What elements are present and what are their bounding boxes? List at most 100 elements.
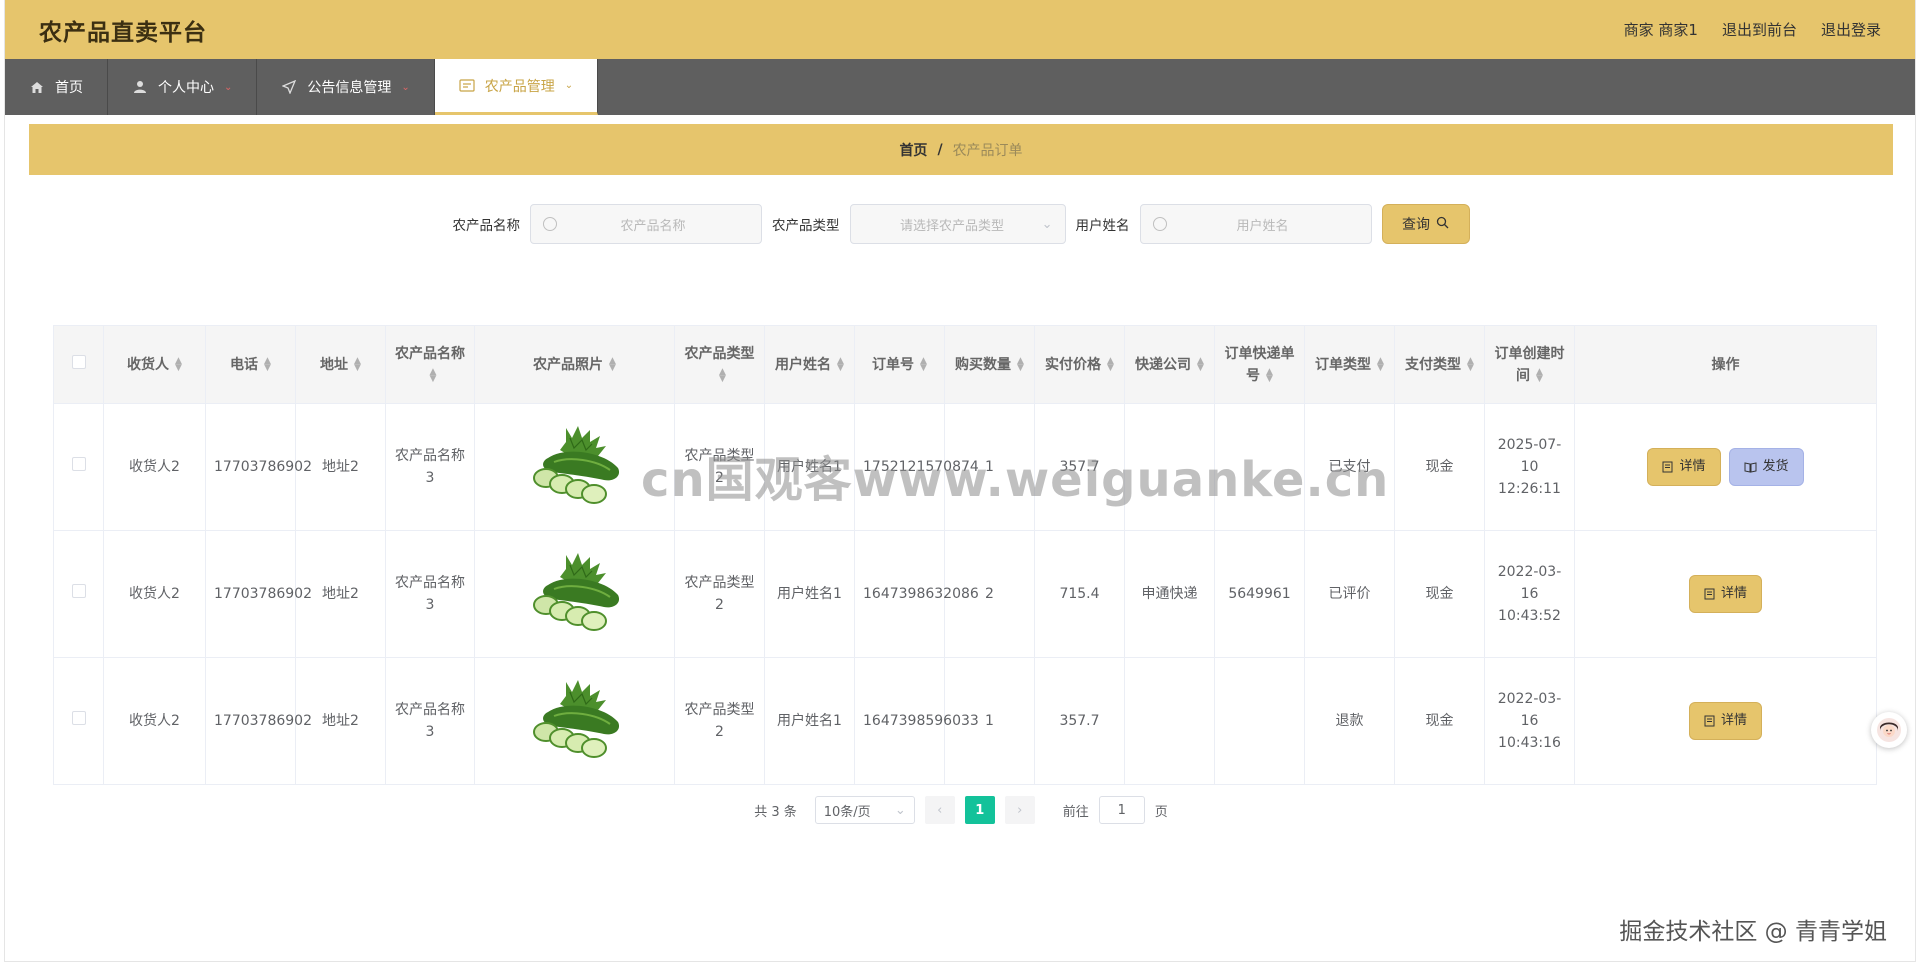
cell-tracking [1214, 403, 1305, 531]
breadcrumb-home[interactable]: 首页 [899, 140, 927, 160]
page-suffix: 页 [1154, 804, 1168, 820]
nav-item-notice-management[interactable]: 公告信息管理 ⌄ [257, 59, 435, 115]
chat-avatar-button[interactable] [1871, 712, 1907, 748]
cell-created: 2022-03-16 10:43:16 [1484, 657, 1575, 785]
column-header[interactable]: 电话 ▲ ▼ [205, 325, 296, 404]
row-checkbox[interactable] [71, 711, 86, 725]
sort-icon[interactable]: ▲ ▼ [609, 356, 616, 372]
cell-order-no: 1647398596033 [854, 657, 979, 785]
search-icon [1436, 216, 1449, 233]
action-label: 详情 [1720, 713, 1747, 728]
detail-button[interactable]: 详情 [1647, 448, 1721, 486]
sort-icon[interactable]: ▲ ▼ [1536, 367, 1543, 383]
sort-icon[interactable]: ▲ ▼ [837, 356, 844, 372]
column-header[interactable]: 地址 ▲ ▼ [295, 325, 386, 404]
sort-icon[interactable]: ▲ ▼ [175, 356, 182, 372]
column-header[interactable]: 支付类型 ▲ ▼ [1394, 325, 1485, 404]
nav-item-personal-center[interactable]: 个人中心 ⌄ [108, 59, 258, 115]
column-header[interactable]: 农产品照片 ▲ ▼ [474, 325, 675, 404]
product-type-select[interactable]: 请选择农产品类型 ⌄ [849, 204, 1066, 244]
breadcrumb-separator: / [937, 141, 943, 158]
cell-order-type: 退款 [1304, 657, 1395, 785]
product-name-placeholder: 农产品名称 [620, 218, 686, 234]
column-header[interactable]: 实付价格 ▲ ▼ [1034, 325, 1125, 404]
action-label: 发货 [1762, 459, 1789, 474]
sort-icon[interactable]: ▲ ▼ [430, 367, 437, 383]
row-select-cell[interactable] [53, 403, 104, 531]
sort-icon[interactable]: ▲ ▼ [264, 356, 271, 372]
search-form: 农产品名称 农产品名称 农产品类型 请选择农产品类型 ⌄ 用户姓名 用户姓名 查… [29, 204, 1893, 244]
cell-user: 用户姓名1 [764, 403, 855, 531]
cell-product: 农产品名称3 [385, 403, 475, 531]
breadcrumb: 首页 / 农产品订单 [29, 124, 1893, 175]
cell-price: 715.4 [1034, 530, 1125, 658]
page-size-select[interactable]: 10条/页 ⌄ [814, 796, 915, 824]
cell-receiver: 收货人2 [103, 657, 206, 785]
column-header[interactable]: 订单创建时间 ▲ ▼ [1484, 325, 1575, 404]
column-header[interactable]: 订单快递单号 ▲ ▼ [1214, 325, 1305, 404]
detail-button[interactable]: 详情 [1688, 575, 1762, 613]
row-checkbox[interactable] [71, 584, 86, 598]
goto-label: 前往 [1062, 804, 1089, 820]
product-name-input[interactable]: 农产品名称 [530, 204, 762, 244]
orders-table: 收货人 ▲ ▼ 电话 ▲ ▼ 地址 ▲ ▼ 农产品名称▲ ▼ 农产品照片 ▲ ▼ 农产品类型▲ ▼ … [53, 325, 1877, 785]
column-header[interactable]: 收货人 ▲ ▼ [103, 325, 206, 404]
row-checkbox[interactable] [71, 457, 86, 471]
select-all-checkbox[interactable] [71, 354, 86, 369]
select-all-header[interactable] [53, 325, 104, 404]
sort-icon[interactable]: ▲ ▼ [920, 356, 927, 372]
action-label: 详情 [1679, 459, 1706, 474]
query-button[interactable]: 查询 [1381, 204, 1470, 244]
nav-item-home[interactable]: 首页 [5, 59, 108, 115]
prev-page-button[interactable]: ‹ [924, 796, 955, 824]
nav-label-notice-management: 公告信息管理 [307, 80, 392, 96]
sort-icon[interactable]: ▲ ▼ [719, 367, 726, 383]
column-header[interactable]: 订单号 ▲ ▼ [854, 325, 945, 404]
sort-icon[interactable]: ▲ ▼ [1107, 356, 1114, 372]
cell-phone: 17703786902 [205, 403, 312, 531]
breadcrumb-current: 农产品订单 [952, 142, 1023, 159]
product-name-label: 农产品名称 [452, 218, 521, 234]
column-header[interactable]: 快递公司 ▲ ▼ [1124, 325, 1215, 404]
column-header-label: 订单创建时间 [1494, 345, 1565, 384]
logout-link[interactable]: 退出登录 [1821, 19, 1881, 40]
document-icon [1704, 588, 1715, 600]
page-size-value: 10条/页 [823, 804, 871, 820]
sort-icon[interactable]: ▲ ▼ [1017, 356, 1024, 372]
cucumber-image [532, 552, 619, 631]
pagination: 共 3 条 10条/页 ⌄ ‹ 1 › 前往 1 页 [29, 796, 1893, 824]
sort-icon[interactable]: ▲ ▼ [1377, 356, 1384, 372]
column-header-label: 农产品名称 [395, 345, 465, 362]
total-count: 共 3 条 [754, 804, 797, 820]
product-photo-cell [474, 403, 675, 531]
main-content: 农产品名称 农产品名称 农产品类型 请选择农产品类型 ⌄ 用户姓名 用户姓名 查… [29, 182, 1893, 846]
sort-icon[interactable]: ▲ ▼ [354, 356, 361, 372]
user-name-input[interactable]: 用户姓名 [1139, 204, 1372, 244]
cell-pay-type: 现金 [1394, 530, 1485, 658]
user-name-placeholder: 用户姓名 [1236, 218, 1289, 234]
column-header[interactable]: 农产品类型 ▲ ▼ [674, 325, 765, 404]
nav-item-product-management[interactable]: 农产品管理 ⌄ [434, 59, 599, 115]
column-header-label: 电话 [230, 356, 259, 373]
ship-button[interactable]: 发货 [1728, 448, 1804, 486]
row-select-cell[interactable] [53, 657, 104, 785]
next-page-button[interactable]: › [1004, 796, 1035, 824]
table-row: 收货人2 17703786902 地址2 农产品名称3 农产品类型2 用户姓名1 1647… [53, 530, 1877, 658]
page-number-button[interactable]: 1 [964, 796, 995, 824]
cell-pay-type: 现金 [1394, 403, 1485, 531]
current-user-label[interactable]: 商家 商家1 [1624, 19, 1698, 40]
exit-to-front-link[interactable]: 退出到前台 [1722, 19, 1797, 40]
cell-order-no: 1647398632086 [854, 530, 979, 658]
sort-icon[interactable]: ▲ ▼ [1467, 356, 1474, 372]
sort-icon[interactable]: ▲ ▼ [1266, 367, 1273, 383]
row-select-cell[interactable] [53, 530, 104, 658]
column-header[interactable]: 用户姓名 ▲ ▼ [764, 325, 855, 404]
sort-icon[interactable]: ▲ ▼ [1197, 356, 1204, 372]
table-header-row: 收货人 ▲ ▼ 电话 ▲ ▼ 地址 ▲ ▼ 农产品名称▲ ▼ 农产品照片 ▲ ▼ 农产品类型▲ ▼ … [53, 325, 1877, 404]
column-header[interactable]: 订单类型 ▲ ▼ [1304, 325, 1395, 404]
column-header[interactable]: 农产品名称 ▲ ▼ [385, 325, 475, 404]
column-header[interactable]: 购买数量 ▲ ▼ [944, 325, 1035, 404]
goto-page-input[interactable]: 1 [1098, 796, 1145, 824]
column-header-label: 地址 [320, 356, 349, 373]
detail-button[interactable]: 详情 [1688, 702, 1762, 740]
